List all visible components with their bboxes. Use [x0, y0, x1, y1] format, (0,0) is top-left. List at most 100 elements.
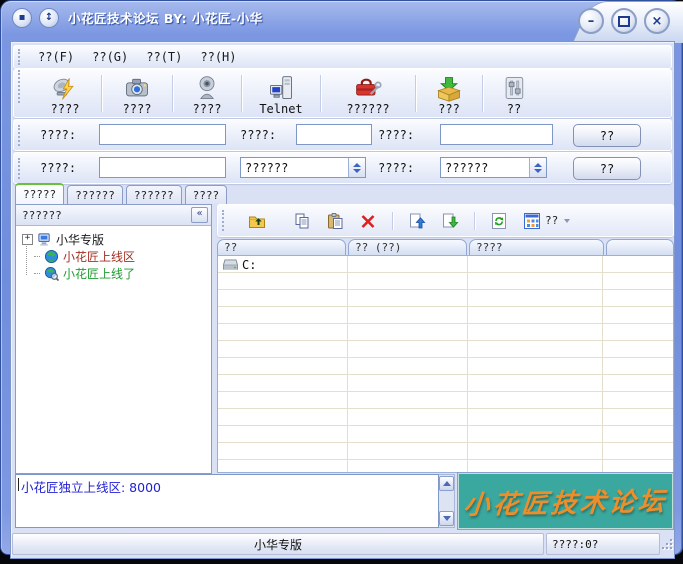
status-right-text: ????:0? [547, 538, 598, 551]
scroll-down-button[interactable] [439, 511, 454, 526]
toolbar-grip[interactable] [18, 49, 26, 64]
screen-capture-button[interactable]: ???? [102, 70, 172, 117]
settings-switch-icon [500, 74, 528, 102]
port-input[interactable] [296, 124, 372, 145]
toolbox-button[interactable]: ?????? [321, 70, 415, 117]
maximize-button[interactable] [611, 8, 637, 34]
option-combo-1[interactable]: ?????? [240, 157, 366, 178]
field-label: ????: [40, 120, 76, 150]
close-button[interactable]: × [644, 8, 670, 34]
status-left-text: 小华专版 [13, 536, 543, 553]
host-tree-panel: ?????? « + 小华专版 [15, 204, 212, 474]
log-output-box[interactable]: 小花匠独立上线区: 8000 [15, 474, 439, 528]
telnet-icon [267, 74, 295, 102]
menu-tools[interactable]: ??(T) [137, 46, 191, 68]
password-input[interactable] [440, 124, 553, 145]
tree-item-label: 小花匠上线区 [63, 248, 135, 265]
tree-item-online-zone[interactable]: 小花匠上线区 [16, 248, 211, 265]
brand-banner: 小花匠技术论坛 [457, 472, 674, 530]
field-label: ????: [40, 153, 76, 183]
file-manager-panel: ?? ?? ?? (??) ???? [217, 204, 674, 472]
toolbar-grip[interactable] [18, 125, 26, 146]
upload-button[interactable] [408, 212, 426, 230]
telnet-button[interactable]: Telnet [242, 70, 320, 117]
column-header-type[interactable]: ???? [469, 239, 604, 255]
file-toolbar: ?? [217, 204, 674, 237]
combo-spinner[interactable] [529, 158, 546, 177]
scroll-down-icon [443, 516, 451, 521]
tab-1[interactable]: ?????? [67, 185, 123, 204]
field-label: ????: [378, 120, 414, 150]
tree-item-group[interactable]: + 小华专版 [16, 231, 211, 248]
tree-panel-header: ?????? « [16, 205, 211, 226]
view-mode-label: ?? [545, 214, 558, 227]
minimize-button[interactable]: – [578, 8, 604, 34]
tab-2[interactable]: ?????? [126, 185, 182, 204]
column-header-size[interactable]: ?? (??) [348, 239, 467, 255]
toolbar-button-label: ???? [123, 103, 152, 115]
option-combo-2[interactable]: ?????? [440, 157, 547, 178]
spin-down-icon [353, 169, 361, 173]
maximize-icon [618, 16, 630, 27]
tree-panel-title: ?????? [16, 209, 191, 222]
spin-up-icon [353, 163, 361, 167]
tree-expander-icon[interactable]: + [22, 234, 33, 245]
webcam-button[interactable]: ???? [173, 70, 241, 117]
toolbar-grip[interactable] [222, 210, 230, 232]
copy-button[interactable] [293, 212, 311, 230]
spin-up-icon [534, 163, 542, 167]
remote-control-button[interactable]: ???? [29, 70, 101, 117]
domain-input[interactable] [99, 157, 226, 178]
up-folder-button[interactable] [248, 212, 266, 230]
tab-3[interactable]: ???? [185, 185, 228, 204]
brand-banner-text: 小花匠技术论坛 [462, 481, 669, 522]
rollup-button[interactable]: ↕ [39, 8, 59, 28]
file-row-drive-c[interactable]: C: [218, 256, 673, 273]
text-caret [18, 478, 19, 491]
scroll-up-button[interactable] [439, 476, 454, 491]
view-grid-icon [523, 212, 541, 230]
tree-item-online-now[interactable]: 小花匠上线了 [16, 265, 211, 282]
column-header-name[interactable]: ?? [217, 239, 346, 255]
apply-button[interactable]: ?? [573, 157, 641, 180]
menu-file[interactable]: ??(F) [29, 46, 83, 68]
refresh-button[interactable] [490, 212, 508, 230]
toolbar-grip[interactable] [18, 70, 26, 103]
resize-grip[interactable] [662, 539, 674, 551]
grid-line [467, 256, 468, 472]
toolbar-button-label: ???? [51, 103, 80, 115]
file-list[interactable]: C: [217, 255, 674, 473]
toolbar-separator [474, 212, 475, 230]
field-label: ????: [240, 120, 276, 150]
app-window: – × ▪ ↕ 小花匠技术论坛 BY: 小花匠-小华 ??(F) ??(G) ?… [0, 0, 683, 555]
combo-spinner[interactable] [348, 158, 365, 177]
view-mode-button[interactable]: ?? [523, 212, 570, 230]
delete-button[interactable] [359, 212, 377, 230]
install-service-button[interactable]: ??? [416, 70, 482, 117]
log-output-text: 小花匠独立上线区: 8000 [21, 480, 161, 495]
combo-value: ?????? [441, 161, 529, 175]
titlebar: ▪ ↕ 小花匠技术论坛 BY: 小花匠-小华 [5, 4, 562, 31]
connect-button[interactable]: ?? [573, 124, 641, 147]
remote-control-icon [51, 74, 79, 102]
tab-strip: ????? ?????? ?????? ???? [15, 185, 227, 204]
tab-0[interactable]: ????? [15, 183, 64, 204]
download-button[interactable] [441, 212, 459, 230]
menu-bar: ??(F) ??(G) ??(T) ??(H) [13, 45, 672, 69]
file-row-label: C: [242, 258, 256, 272]
menu-settings[interactable]: ??(G) [83, 46, 137, 68]
globe-search-icon [44, 266, 59, 281]
status-section-right: ????:0? [546, 533, 660, 555]
log-scrollbar[interactable] [439, 474, 455, 528]
menu-help[interactable]: ??(H) [191, 46, 245, 68]
host-input[interactable] [99, 124, 226, 145]
toolbar-grip[interactable] [18, 158, 26, 179]
tree-item-label: 小花匠上线了 [63, 265, 135, 282]
computer-icon [37, 232, 52, 247]
settings-button[interactable]: ?? [483, 70, 545, 117]
paste-button[interactable] [326, 212, 344, 230]
collapse-panel-button[interactable]: « [191, 207, 208, 223]
window-title: 小花匠技术论坛 BY: 小花匠-小华 [68, 8, 263, 27]
column-header-extra[interactable] [606, 239, 674, 255]
system-menu-button[interactable]: ▪ [12, 8, 32, 28]
